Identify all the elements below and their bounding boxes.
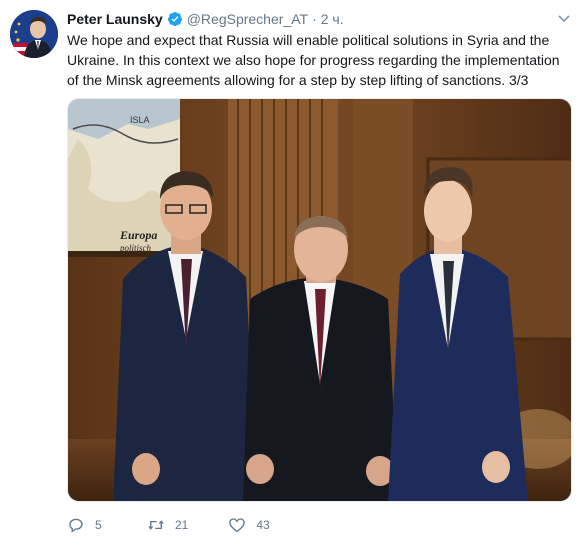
like-button[interactable]: 43 — [228, 516, 270, 534]
tweet-photo[interactable]: Europa politisch ISLA — [67, 98, 572, 502]
tweet-text: We hope and expect that Russia will enab… — [67, 32, 560, 88]
photo-image: Europa politisch ISLA — [68, 99, 571, 501]
map-text-politisch: politisch — [119, 243, 151, 253]
tweet-timestamp[interactable]: 2 ч. — [321, 11, 344, 27]
avatar-image — [10, 10, 58, 58]
map-text-isla: ISLA — [130, 115, 150, 125]
verified-badge-icon — [167, 12, 182, 27]
retweet-button[interactable]: 21 — [147, 516, 188, 534]
avatar[interactable] — [10, 10, 58, 58]
like-icon — [229, 518, 246, 533]
retweet-icon — [148, 520, 164, 530]
map-text-europa: Europa — [119, 228, 157, 242]
reply-button[interactable]: 5 — [67, 516, 107, 534]
tweet-actions: 5 21 43 — [67, 514, 310, 536]
reply-icon — [69, 518, 83, 533]
retweet-count: 21 — [175, 518, 189, 532]
reply-count: 5 — [95, 518, 102, 532]
caret-down-icon[interactable] — [556, 10, 572, 26]
author-handle[interactable]: @RegSprecher_AT — [187, 11, 308, 27]
like-count: 43 — [256, 518, 270, 532]
tweet: Peter Launsky @RegSprecher_AT · 2 ч. We … — [0, 0, 582, 545]
tweet-header: Peter Launsky @RegSprecher_AT · 2 ч. — [67, 9, 344, 29]
separator-dot: · — [312, 11, 317, 27]
author-name[interactable]: Peter Launsky — [67, 11, 163, 27]
